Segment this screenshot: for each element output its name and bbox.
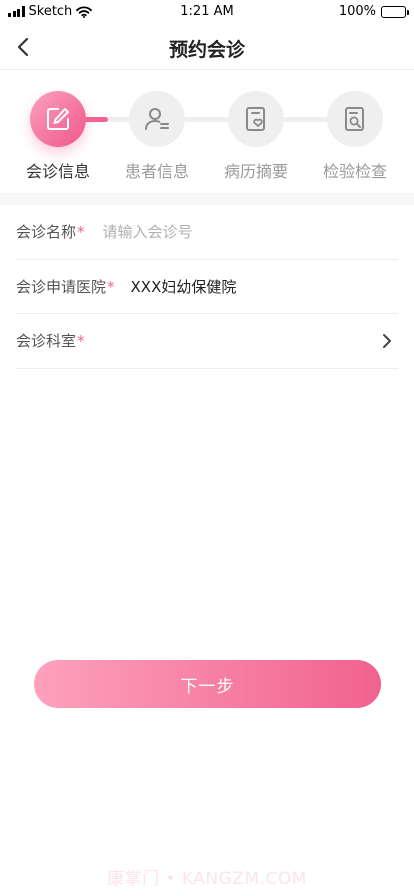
- page-title: 预约会诊: [168, 39, 245, 61]
- step-label: 患者信息: [124, 162, 189, 181]
- step-medical-summary[interactable]: 病历摘要: [206, 91, 306, 182]
- edit-icon: [47, 108, 69, 130]
- chevron-right-icon: [383, 334, 391, 348]
- step-label: 会诊信息: [25, 162, 90, 181]
- battery-icon: [381, 5, 409, 18]
- required-mark: *: [77, 332, 85, 351]
- nav-bar: 预约会诊: [0, 24, 414, 70]
- consult-name-label: 会诊名称*: [16, 223, 85, 242]
- search-doc-icon: [345, 107, 364, 131]
- step-patient-info[interactable]: 患者信息: [107, 91, 207, 182]
- consult-name-row: 会诊名称*: [16, 205, 398, 260]
- required-mark: *: [77, 223, 85, 242]
- section-divider: [0, 193, 414, 205]
- next-step-button[interactable]: 下一步: [34, 660, 381, 708]
- step-indicator: 会诊信息 患者信息 病历摘要 检验检查: [0, 88, 414, 193]
- step-consult-info[interactable]: 会诊信息: [8, 91, 108, 182]
- watermark: 康掌门 • KANGZM.COM: [107, 869, 307, 889]
- status-bar: Sketch 1:21 AM 100%: [0, 0, 414, 24]
- consult-form: 会诊名称* 会诊申请医院* XXX妇幼保健院 会诊科室*: [16, 205, 398, 369]
- required-mark: *: [107, 277, 115, 296]
- step-lab-exams[interactable]: 检验检查: [305, 91, 405, 182]
- status-right: 100%: [338, 4, 409, 19]
- record-icon: [246, 107, 265, 131]
- step-circle: [228, 91, 284, 147]
- hospital-label: 会诊申请医院*: [16, 277, 115, 296]
- user-icon: [145, 108, 169, 130]
- step-label: 病历摘要: [223, 162, 288, 181]
- battery-percent: 100%: [338, 4, 376, 19]
- department-row[interactable]: 会诊科室*: [16, 314, 398, 369]
- department-label: 会诊科室*: [16, 332, 85, 351]
- step-circle: [30, 91, 86, 147]
- step-circle: [129, 91, 185, 147]
- step-label: 检验检查: [322, 162, 387, 181]
- step-circle: [327, 91, 383, 147]
- hospital-row: 会诊申请医院* XXX妇幼保健院: [16, 260, 398, 314]
- hospital-value: XXX妇幼保健院: [130, 277, 237, 296]
- consult-name-input[interactable]: [102, 222, 303, 241]
